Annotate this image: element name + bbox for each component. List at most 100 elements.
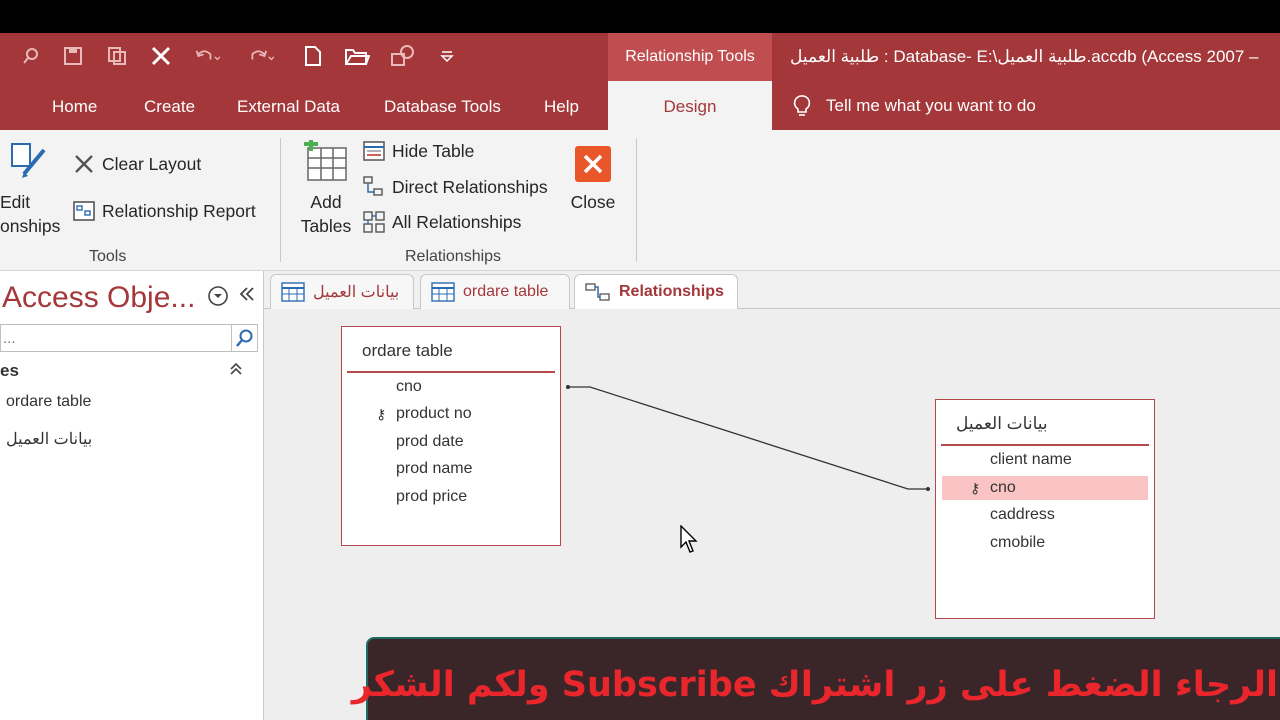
tools-group-label: Tools: [89, 248, 127, 265]
title-bar: Relationship Tools طلبية العميل : Databa…: [0, 33, 1280, 81]
primary-key-icon: ⚷: [970, 480, 981, 496]
relationships-icon: [585, 283, 610, 301]
field-name: product no: [396, 405, 472, 422]
doc-tab-client-data[interactable]: بيانات العميل: [270, 274, 414, 309]
report-icon: [73, 201, 95, 221]
add-tables-button[interactable]: Add Tables: [296, 137, 356, 238]
field-name: prod price: [396, 488, 468, 505]
direct-relationships-icon: [363, 176, 383, 196]
table-icon: [431, 282, 455, 302]
add-tables-label-2: Tables: [300, 216, 352, 236]
field-name: prod date: [396, 433, 464, 450]
cut-icon[interactable]: [148, 43, 174, 69]
undo-icon[interactable]: [194, 43, 220, 69]
edit-relationships-button[interactable]: Edit onships: [0, 140, 72, 236]
tab-database-tools[interactable]: Database Tools: [384, 81, 501, 130]
field-row[interactable]: cmobile: [942, 531, 1148, 555]
mouse-cursor-icon: [680, 525, 698, 553]
field-row[interactable]: ⚷ product no: [348, 402, 554, 426]
direct-relationships-label: Direct Relationships: [392, 176, 548, 197]
nav-menu-dropdown-icon[interactable]: [207, 285, 229, 313]
tab-design[interactable]: Design: [608, 81, 772, 130]
table-title-divider: [941, 444, 1149, 446]
close-label: Close: [570, 192, 616, 212]
group-separator: [280, 138, 281, 262]
group-separator: [636, 138, 637, 262]
clear-layout-button[interactable]: Clear Layout: [72, 152, 201, 176]
save-icon[interactable]: [60, 43, 86, 69]
field-row[interactable]: client name: [942, 448, 1148, 472]
close-relationships-button[interactable]: Close: [566, 144, 620, 214]
all-relationships-label: All Relationships: [392, 211, 522, 232]
nav-pane-title[interactable]: Access Obje...: [2, 281, 195, 315]
relationship-report-button[interactable]: Relationship Report: [72, 199, 256, 223]
nav-search-input[interactable]: [1, 325, 231, 351]
nav-item-ordare-table[interactable]: ordare table: [6, 393, 91, 411]
field-name: cmobile: [990, 534, 1046, 551]
tab-external-data[interactable]: External Data: [237, 81, 340, 130]
field-row[interactable]: prod date: [348, 430, 554, 454]
field-row[interactable]: prod price: [348, 485, 554, 509]
search-icon[interactable]: [18, 43, 44, 69]
field-row[interactable]: caddress: [942, 503, 1148, 527]
doc-tab-ordare-table[interactable]: ordare table: [420, 274, 570, 309]
access-window: Relationship Tools طلبية العميل : Databa…: [0, 0, 1280, 720]
document-tabs: بيانات العميل ordare table Relationships: [264, 271, 1280, 309]
tab-help[interactable]: Help: [544, 81, 579, 130]
direct-relationships-button[interactable]: Direct Relationships: [362, 175, 548, 199]
window-title: طلبية العميل : Database- E:\طلبية العميل…: [790, 47, 1259, 66]
tab-home[interactable]: Home: [52, 81, 97, 130]
table-title: بيانات العميل: [956, 414, 1048, 433]
field-row-selected[interactable]: ⚷ cno: [942, 476, 1148, 500]
field-row[interactable]: prod name: [348, 457, 554, 481]
table-title-divider: [347, 371, 555, 373]
add-tables-label-1: Add: [310, 192, 342, 212]
hide-table-label: Hide Table: [392, 140, 475, 161]
nav-search-box: [0, 324, 258, 352]
add-table-icon: [304, 137, 347, 181]
subscribe-banner-text: الرجاء الضغط على زر اشتراك Subscribe ولك…: [351, 665, 1278, 705]
tab-create[interactable]: Create: [144, 81, 195, 130]
nav-item-client-data[interactable]: بيانات العميل: [6, 429, 92, 449]
hide-table-icon: [363, 141, 385, 161]
collapse-pane-icon[interactable]: [238, 283, 256, 311]
open-folder-icon[interactable]: [344, 43, 370, 69]
doc-tab-relationships[interactable]: Relationships: [574, 274, 738, 309]
tell-me-text: Tell me what you want to do: [826, 95, 1036, 115]
navigation-pane: Access Obje... es ordare table بيانات ال…: [0, 271, 264, 720]
ribbon-tabs: Home Create External Data Database Tools…: [0, 81, 1280, 130]
primary-key-icon: ⚷: [376, 406, 387, 422]
all-relationships-button[interactable]: All Relationships: [362, 210, 521, 234]
table-box-client-data[interactable]: بيانات العميل client name ⚷ cno caddress …: [935, 399, 1155, 619]
field-name: client name: [990, 451, 1072, 468]
new-file-icon[interactable]: [300, 43, 326, 69]
ribbon: Edit onships Clear Layout Relationship R…: [0, 130, 1280, 271]
lightbulb-icon: [793, 94, 811, 116]
edit-relationships-icon: [11, 143, 46, 178]
hide-table-button[interactable]: Hide Table: [362, 140, 474, 162]
edit-relationships-label-1: Edit: [0, 192, 31, 212]
close-icon: [575, 146, 611, 182]
field-row[interactable]: cno: [348, 375, 554, 399]
table-box-ordare[interactable]: ordare table cno ⚷ product no prod date p…: [341, 326, 561, 546]
sync-icon[interactable]: [390, 43, 416, 69]
copy-icon[interactable]: [104, 43, 130, 69]
context-tab-header: Relationship Tools: [608, 33, 772, 81]
redo-icon[interactable]: [248, 43, 274, 69]
tell-me-search[interactable]: Tell me what you want to do: [792, 81, 1036, 130]
field-name: prod name: [396, 460, 473, 477]
relationships-group-label: Relationships: [405, 248, 502, 265]
search-icon[interactable]: [231, 325, 257, 351]
customize-qat-icon[interactable]: [434, 43, 460, 69]
clear-layout-label: Clear Layout: [102, 153, 202, 174]
nav-section-tables[interactable]: es: [0, 361, 19, 381]
subscribe-banner: الرجاء الضغط على زر اشتراك Subscribe ولك…: [352, 637, 1280, 720]
collapse-section-icon[interactable]: [228, 361, 244, 380]
clear-x-icon: [75, 155, 93, 173]
top-black-bar: [0, 0, 1280, 33]
doc-tab-label: بيانات العميل: [313, 284, 400, 301]
table-title: ordare table: [362, 341, 453, 360]
field-name: cno: [990, 479, 1016, 496]
all-relationships-icon: [363, 211, 385, 233]
relationship-report-label: Relationship Report: [102, 200, 256, 221]
